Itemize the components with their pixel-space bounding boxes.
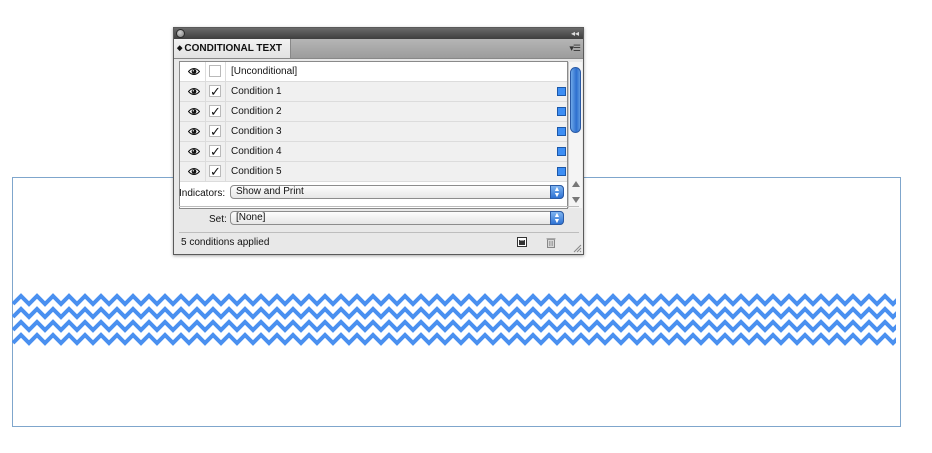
set-select[interactable]: [None] ▲ ▼ — [230, 211, 564, 225]
select-arrows-icon[interactable]: ▲ ▼ — [550, 211, 564, 225]
tab-toggle-icon[interactable]: ◆ — [177, 45, 182, 52]
eye-icon[interactable] — [180, 142, 206, 161]
condition-row[interactable]: ✓ Condition 1 — [180, 82, 567, 102]
eye-icon[interactable] — [180, 82, 206, 101]
condition-row[interactable]: ✓ Condition 2 — [180, 102, 567, 122]
condition-checkbox[interactable]: ✓ — [209, 105, 221, 118]
condition-checkbox[interactable]: ✓ — [209, 145, 221, 158]
set-label: Set: — [209, 214, 227, 225]
divider — [179, 232, 579, 233]
condition-color-swatch[interactable] — [557, 107, 566, 116]
tab-conditional-text[interactable]: ◆ CONDITIONAL TEXT — [174, 39, 291, 58]
scrollbar[interactable] — [568, 62, 582, 208]
collapse-icon[interactable]: ◂◂ — [571, 28, 579, 39]
condition-label: Condition 1 — [231, 86, 282, 97]
divider — [225, 102, 226, 121]
divider — [225, 162, 226, 181]
divider — [225, 62, 226, 81]
resize-grip-icon[interactable] — [573, 244, 582, 253]
eye-icon[interactable] — [180, 102, 206, 121]
condition-checkbox[interactable]: ✓ — [209, 165, 221, 178]
indicators-select[interactable]: Show and Print ▲ ▼ — [230, 185, 564, 199]
condition-label: Condition 4 — [231, 146, 282, 157]
condition-label: [Unconditional] — [231, 66, 298, 77]
eye-icon[interactable] — [180, 122, 206, 141]
condition-label: Condition 5 — [231, 166, 282, 177]
trash-icon[interactable] — [546, 237, 556, 248]
chevron-stripe — [12, 293, 896, 307]
condition-row[interactable]: ✓ Condition 5 — [180, 162, 567, 182]
condition-color-swatch[interactable] — [557, 147, 566, 156]
status-text: 5 conditions applied — [181, 237, 270, 248]
panel-menu-icon[interactable]: ▾☰ — [569, 43, 581, 54]
eye-icon[interactable] — [180, 162, 206, 181]
condition-checkbox[interactable]: ✓ — [209, 85, 221, 98]
indicators-label: Indicators: — [179, 188, 226, 199]
condition-color-swatch[interactable] — [557, 87, 566, 96]
chevron-pattern — [12, 293, 896, 346]
panel-titlebar[interactable]: ◂◂ — [174, 28, 583, 39]
chevron-stripe — [12, 332, 896, 346]
scroll-up-icon[interactable] — [572, 181, 580, 187]
condition-row[interactable]: [Unconditional] — [180, 62, 567, 82]
scrollbar-thumb[interactable] — [570, 67, 581, 133]
conditional-text-panel: ◂◂ ◆ CONDITIONAL TEXT ▾☰ [Unconditional] ✓… — [173, 27, 584, 255]
condition-checkbox[interactable]: ✓ — [209, 125, 221, 138]
chevron-stripe — [12, 319, 896, 333]
set-value: [None] — [236, 212, 266, 223]
indicators-value: Show and Print — [236, 186, 304, 197]
tab-row: ◆ CONDITIONAL TEXT ▾☰ — [174, 39, 583, 59]
condition-checkbox[interactable] — [209, 65, 221, 77]
chevron-stripe — [12, 306, 896, 320]
condition-row[interactable]: ✓ Condition 3 — [180, 122, 567, 142]
condition-row[interactable]: ✓ Condition 4 — [180, 142, 567, 162]
divider — [225, 82, 226, 101]
close-icon[interactable] — [176, 29, 185, 38]
eye-icon[interactable] — [180, 62, 206, 81]
divider — [225, 142, 226, 161]
tab-label: CONDITIONAL TEXT — [184, 43, 282, 54]
condition-label: Condition 3 — [231, 126, 282, 137]
condition-color-swatch[interactable] — [557, 127, 566, 136]
condition-label: Condition 2 — [231, 106, 282, 117]
divider — [225, 122, 226, 141]
select-arrows-icon[interactable]: ▲ ▼ — [550, 185, 564, 199]
condition-color-swatch[interactable] — [557, 167, 566, 176]
new-condition-icon[interactable] — [517, 237, 528, 248]
scroll-down-icon[interactable] — [572, 197, 580, 203]
divider — [179, 206, 579, 207]
